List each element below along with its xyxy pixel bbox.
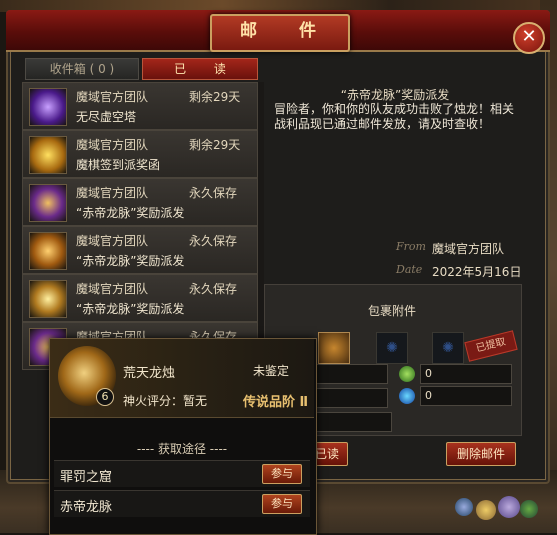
world-orb — [498, 496, 520, 518]
mail-sender: 魔域官方团队 — [76, 138, 149, 152]
mail-subject: “赤帝龙脉”奖励派发 — [76, 254, 185, 268]
gold-rune-icon — [29, 232, 67, 270]
date-label: Date — [396, 263, 423, 276]
item-rank: 传说品阶 Ⅱ — [243, 395, 309, 410]
mail-subject: “赤帝龙脉”奖励派发 — [76, 302, 185, 316]
resource-value: 0 — [420, 364, 512, 384]
mail-expiry: 永久保存 — [189, 282, 238, 296]
blue-crystal-icon — [399, 388, 415, 404]
mail-subject: 魔棋签到派奖函 — [76, 158, 161, 172]
attachment-slot[interactable]: ✺ — [432, 332, 464, 364]
tab-read[interactable]: 已 读 — [142, 58, 258, 80]
item-score: 神火评分：暂无 — [123, 394, 208, 408]
mail-detail-title: “赤帝龙脉”奖励派发 — [340, 88, 450, 102]
mail-item[interactable]: 魔域官方团队 永久保存 “赤帝龙脉”奖励派发 — [22, 178, 258, 226]
attachment-title: 包裹附件 — [367, 304, 416, 318]
join-button[interactable]: 参与 — [262, 494, 302, 514]
item-level-badge: 6 — [96, 388, 114, 406]
mail-sender: 魔域官方团队 — [76, 90, 149, 104]
from-value: 魔域官方团队 — [432, 242, 505, 256]
source-row: 罪罚之窟 参与 — [54, 460, 310, 487]
mail-item[interactable]: 魔域官方团队 永久保存 “赤帝龙脉”奖励派发 — [22, 226, 258, 274]
mail-detail-body: 冒险者，你和你的队友成功击败了烛龙！相关战利品现已通过邮件发放，请及时查收！ — [274, 102, 515, 131]
mail-sender: 魔域官方团队 — [76, 282, 149, 296]
window-title: 邮 件 — [240, 21, 334, 41]
join-button[interactable]: 参与 — [262, 464, 302, 484]
item-name: 荒天龙烛 — [123, 366, 176, 381]
close-button[interactable]: ✕ — [513, 22, 545, 54]
world-orb — [476, 500, 496, 520]
source-name: 罪罚之窟 — [60, 470, 113, 485]
mail-subject: “赤帝龙脉”奖励派发 — [76, 206, 185, 220]
mail-item[interactable]: 魔域官方团队 永久保存 “赤帝龙脉”奖励派发 — [22, 274, 258, 322]
attachment-slot[interactable] — [318, 332, 350, 364]
mail-item[interactable]: 魔域官方团队 剩余29天 无尽虚空塔 — [22, 82, 258, 130]
resource-value: 0 — [420, 386, 512, 406]
world-orb — [520, 500, 538, 518]
item-status: 未鉴定 — [253, 364, 290, 378]
mail-expiry: 永久保存 — [189, 234, 238, 248]
empty-slot-rune-icon: ✺ — [442, 340, 454, 356]
resource-field — [314, 364, 388, 384]
from-label: From — [396, 240, 426, 253]
source-row: 赤帝龙脉 参与 — [54, 490, 310, 517]
date-value: 2022年5月16日 — [432, 265, 522, 279]
world-orb — [455, 498, 473, 516]
mail-sender: 魔域官方团队 — [76, 234, 149, 248]
mail-expiry: 剩余29天 — [189, 138, 241, 152]
empty-slot-rune-icon: ✺ — [386, 340, 398, 356]
gold-chest-icon — [29, 136, 67, 174]
purple-star-icon — [29, 184, 67, 222]
source-heading: ---- 获取途径 ---- — [136, 442, 228, 456]
resource-field — [314, 412, 392, 432]
attachment-slot[interactable]: ✺ — [376, 332, 408, 364]
mail-sender: 魔域官方团队 — [76, 186, 149, 200]
mail-list: 魔域官方团队 剩余29天 无尽虚空塔 魔域官方团队 剩余29天 魔棋签到派奖函 … — [22, 82, 258, 382]
source-name: 赤帝龙脉 — [60, 500, 113, 515]
tab-inbox[interactable]: 收件箱 ( 0 ) — [25, 58, 139, 80]
mail-item[interactable]: 魔域官方团队 剩余29天 魔棋签到派奖函 — [22, 130, 258, 178]
mail-expiry: 永久保存 — [189, 186, 238, 200]
green-jade-icon — [399, 366, 415, 382]
resource-field — [314, 388, 388, 408]
void-crystal-icon — [29, 88, 67, 126]
gold-star-icon — [29, 280, 67, 318]
mail-expiry: 剩余29天 — [189, 90, 241, 104]
mail-subject: 无尽虚空塔 — [76, 110, 137, 124]
delete-mail-button[interactable]: 删除邮件 — [446, 442, 516, 466]
